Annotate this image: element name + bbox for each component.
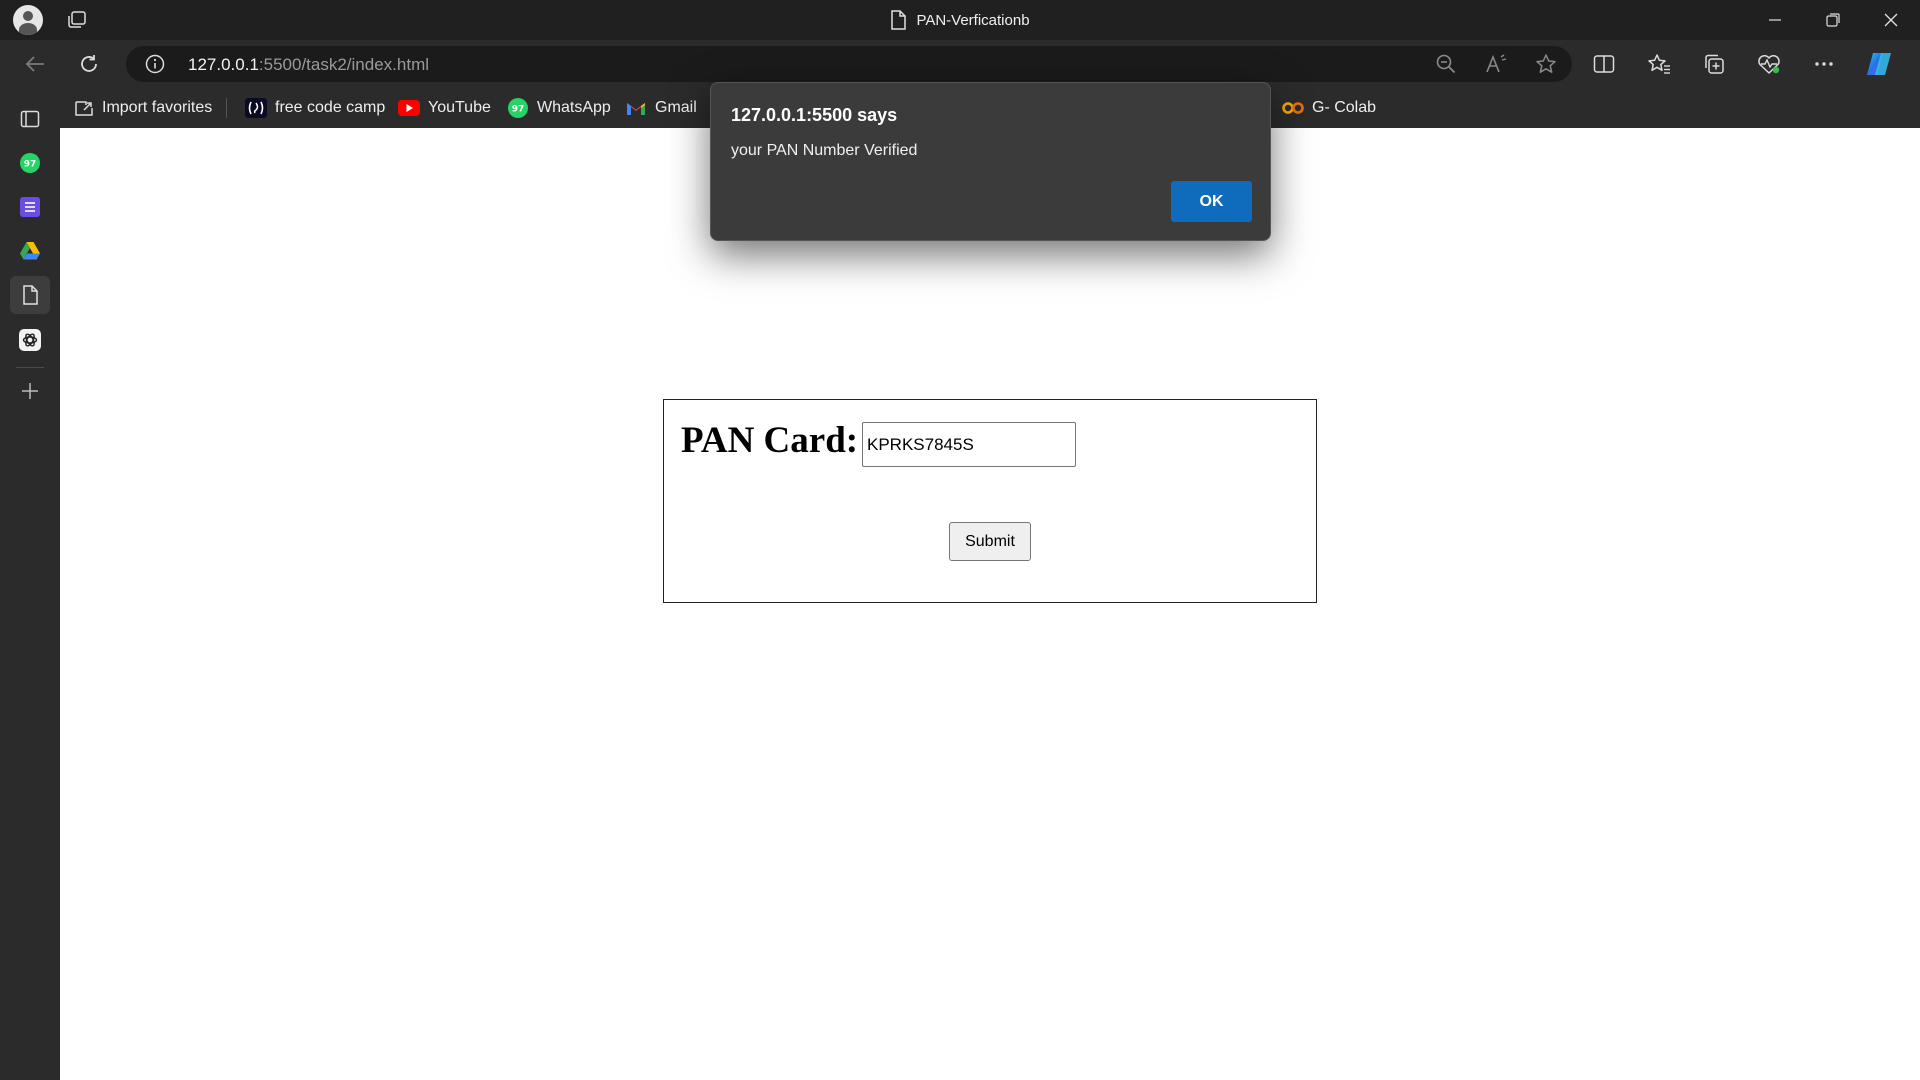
sidebar-divider bbox=[16, 367, 44, 368]
page-viewport: PAN Card: Submit bbox=[60, 128, 1920, 1080]
minimize-icon bbox=[1769, 19, 1781, 21]
browser-essentials-icon bbox=[1758, 54, 1780, 74]
read-aloud-button[interactable] bbox=[1482, 50, 1510, 78]
favorites-divider bbox=[226, 98, 227, 118]
restore-button[interactable] bbox=[1804, 0, 1862, 40]
favorite-label: Gmail bbox=[655, 99, 697, 116]
sidebar-item-list[interactable] bbox=[10, 188, 50, 226]
collections-button[interactable] bbox=[1698, 48, 1730, 80]
import-icon bbox=[75, 101, 93, 116]
split-screen-icon bbox=[1593, 55, 1615, 73]
sidebar-add-button[interactable] bbox=[10, 372, 50, 410]
svg-text:97: 97 bbox=[512, 105, 525, 115]
add-favorite-icon bbox=[1536, 54, 1556, 73]
address-bar[interactable]: 127.0.0.1:5500/task2/index.html bbox=[126, 46, 1572, 82]
page-icon bbox=[891, 10, 907, 30]
add-favorite-button[interactable] bbox=[1532, 50, 1560, 78]
whatsapp-icon: 97 bbox=[20, 153, 40, 173]
pan-card-label: PAN Card: bbox=[681, 420, 859, 461]
dialog-title: 127.0.0.1:5500 says bbox=[731, 105, 898, 125]
sidebar: 97 bbox=[0, 88, 60, 1080]
read-aloud-icon bbox=[1486, 54, 1507, 73]
chatgpt-icon bbox=[19, 329, 41, 351]
refresh-icon bbox=[81, 55, 97, 72]
back-icon bbox=[25, 56, 44, 72]
favorite-youtube[interactable]: YouTube bbox=[398, 95, 491, 121]
minimize-button[interactable] bbox=[1746, 0, 1804, 40]
zoom-out-icon bbox=[1436, 54, 1456, 74]
favorite-label: Import favorites bbox=[102, 99, 213, 116]
sidebar-item-page[interactable] bbox=[10, 276, 50, 314]
collections-icon bbox=[1705, 54, 1724, 74]
ok-button[interactable]: OK bbox=[1171, 181, 1252, 222]
workspaces-button[interactable] bbox=[64, 8, 90, 32]
sidebar-item-chatgpt[interactable] bbox=[10, 321, 50, 359]
submit-button[interactable]: Submit bbox=[949, 522, 1031, 561]
tab-actions-icon bbox=[20, 110, 40, 128]
pan-number-input[interactable] bbox=[862, 422, 1076, 467]
profile-icon bbox=[13, 5, 43, 35]
address-toolbar: 127.0.0.1:5500/task2/index.html bbox=[0, 40, 1920, 88]
dialog-message: your PAN Number Verified bbox=[731, 142, 918, 159]
sidebar-item-whatsapp[interactable]: 97 bbox=[10, 144, 50, 182]
favorite-label: G- Colab bbox=[1312, 99, 1377, 116]
favorite-label: YouTube bbox=[428, 99, 491, 116]
workspaces-icon bbox=[68, 11, 86, 28]
profile-button[interactable] bbox=[12, 5, 44, 35]
whatsapp-badge: 97 bbox=[24, 160, 37, 170]
add-icon bbox=[22, 383, 38, 399]
favorite-import[interactable]: Import favorites bbox=[74, 95, 212, 121]
title-bar: PAN-Verficationb bbox=[0, 0, 1920, 40]
copilot-button[interactable] bbox=[1863, 48, 1895, 80]
url-path: :5500/task2/index.html bbox=[258, 55, 430, 74]
youtube-icon bbox=[398, 100, 420, 116]
alert-dialog: 127.0.0.1:5500 says your PAN Number Veri… bbox=[710, 82, 1271, 241]
drive-icon bbox=[20, 242, 40, 260]
favorite-label: free code camp bbox=[275, 99, 386, 116]
favorites-icon bbox=[1648, 54, 1670, 74]
site-info-button[interactable] bbox=[144, 53, 166, 75]
sidebar-item-drive[interactable] bbox=[10, 232, 50, 270]
pan-form: PAN Card: Submit bbox=[663, 399, 1317, 603]
favorite-gmail[interactable]: Gmail bbox=[625, 95, 697, 121]
favorite-label: WhatsApp bbox=[537, 99, 611, 116]
favorite-whatsapp[interactable]: 97 WhatsApp bbox=[507, 95, 611, 121]
tab-actions-button[interactable] bbox=[10, 100, 50, 138]
url-text[interactable]: 127.0.0.1:5500/task2/index.html bbox=[188, 55, 429, 75]
colab-icon bbox=[1282, 102, 1304, 114]
list-icon bbox=[20, 197, 40, 217]
freecodecamp-icon bbox=[245, 98, 267, 118]
favorites-button[interactable] bbox=[1643, 48, 1675, 80]
favorite-freecodecamp[interactable]: free code camp bbox=[245, 95, 385, 121]
site-info-icon bbox=[145, 54, 165, 74]
browser-essentials-button[interactable] bbox=[1753, 48, 1785, 80]
more-icon bbox=[1815, 62, 1833, 66]
close-button[interactable] bbox=[1862, 0, 1920, 40]
url-host: 127.0.0.1 bbox=[188, 55, 259, 74]
split-screen-button[interactable] bbox=[1588, 48, 1620, 80]
tab-title: PAN-Verficationb bbox=[916, 11, 1030, 29]
zoom-out-button[interactable] bbox=[1432, 50, 1460, 78]
close-icon bbox=[1884, 13, 1898, 27]
copilot-icon bbox=[1867, 53, 1891, 75]
restore-icon bbox=[1826, 13, 1840, 27]
favorite-colab[interactable]: G- Colab bbox=[1282, 95, 1376, 121]
whatsapp-icon: 97 bbox=[508, 98, 528, 118]
more-button[interactable] bbox=[1808, 48, 1840, 80]
refresh-button[interactable] bbox=[72, 48, 106, 80]
page-icon bbox=[23, 285, 38, 305]
back-button[interactable] bbox=[18, 48, 52, 80]
gmail-icon bbox=[627, 103, 645, 115]
